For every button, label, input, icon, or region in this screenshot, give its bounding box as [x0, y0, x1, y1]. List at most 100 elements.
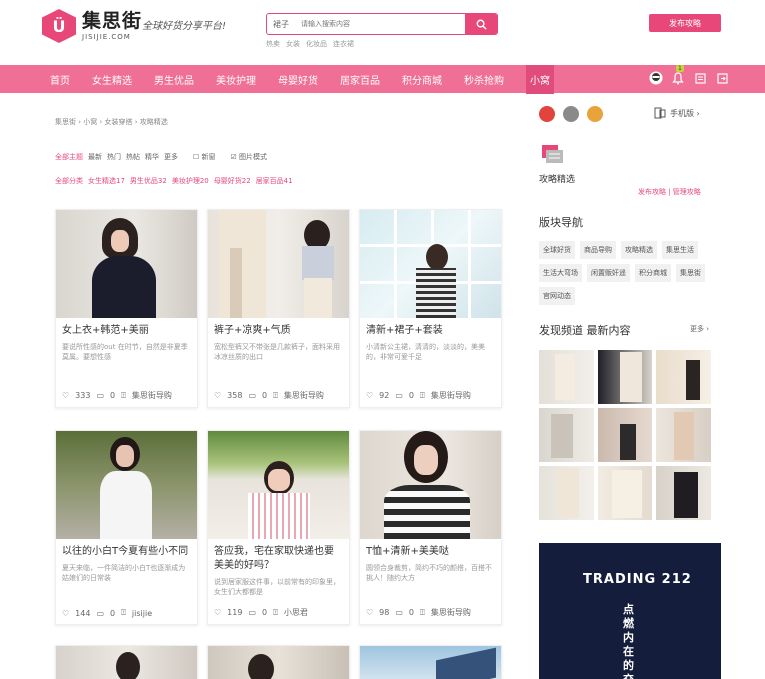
latest-thumb[interactable]	[656, 408, 711, 462]
author-name[interactable]: jisijie	[132, 609, 152, 618]
latest-thumb[interactable]	[539, 350, 594, 404]
category-link[interactable]: 母婴好货22	[214, 176, 251, 186]
author-name[interactable]: 小思君	[284, 607, 308, 618]
comment-icon[interactable]: ▭	[395, 608, 403, 617]
author-name[interactable]: 集思街导购	[431, 390, 471, 401]
site-logo[interactable]: Ü 集思街 JISIJIE.COM	[42, 9, 142, 43]
like-icon[interactable]: ♡	[366, 608, 373, 617]
post-image[interactable]	[56, 431, 197, 539]
guide-manage-links[interactable]: 发布攻略 | 管理攻略	[638, 187, 701, 197]
post-card[interactable]: 裤子+凉爽+气质 宽松型裤又不带张是几款裤子，面料采用冰凉丝质的出口 ♡ 358 …	[207, 209, 350, 408]
post-card[interactable]: T恤+清新+美美哒 圆领合身裁剪，简约不巧的颜搭，百搭不挑人！随约大方 ♡ 98 …	[359, 430, 502, 625]
category-link[interactable]: 男生优品32	[130, 176, 167, 186]
mobile-version-link[interactable]: 手机版 ›	[654, 107, 700, 119]
nav-item-home[interactable]: 首页	[50, 72, 70, 87]
guide-board-title[interactable]: 攻略精选	[539, 172, 575, 185]
filter-link[interactable]: 热门	[107, 152, 121, 162]
board-tag[interactable]: 攻略精选	[621, 241, 657, 259]
like-icon[interactable]: ♡	[214, 608, 221, 617]
latest-thumb[interactable]	[539, 466, 594, 520]
post-card[interactable]	[55, 645, 198, 679]
hot-word-link[interactable]: 连衣裙	[333, 39, 354, 49]
like-icon[interactable]: ♡	[214, 391, 221, 400]
logout-icon[interactable]	[715, 71, 729, 85]
hot-word-link[interactable]: 化妆品	[306, 39, 327, 49]
board-tag[interactable]: 全球好货	[539, 241, 575, 259]
latest-thumb[interactable]	[656, 466, 711, 520]
trading212-ad[interactable]: TRADING 212 点燃内在的交	[539, 543, 721, 679]
message-icon[interactable]	[693, 71, 707, 85]
comment-icon[interactable]: ▭	[248, 391, 256, 400]
nav-item-home-goods[interactable]: 居家百品	[340, 72, 380, 87]
board-tag[interactable]: 闲置贩奸遥	[587, 264, 630, 282]
category-link[interactable]: 女生精选17	[88, 176, 125, 186]
publish-guide-button[interactable]: 发布攻略	[649, 14, 721, 32]
post-image[interactable]	[360, 646, 501, 679]
nav-item-flash-sale[interactable]: 秒杀抢购	[464, 72, 504, 87]
nav-item-men[interactable]: 男生优品	[154, 72, 194, 87]
post-image[interactable]	[208, 210, 349, 318]
post-image[interactable]	[208, 646, 349, 679]
author-name[interactable]: 集思街导购	[132, 390, 172, 401]
post-card[interactable]: 女上衣+韩范+美丽 要说所性感的out 在时节，自然是非夏季莫属。要想性感 ♡ 3…	[55, 209, 198, 408]
hot-word-link[interactable]: 女装	[286, 39, 300, 49]
new-window-checkbox[interactable]: ☐ 新窗	[193, 152, 216, 162]
board-tag[interactable]: 集思街	[676, 264, 705, 282]
filter-link[interactable]: 更多	[164, 152, 178, 162]
filter-link[interactable]: 全部主题	[55, 152, 83, 162]
post-image[interactable]	[360, 210, 501, 318]
nav-item-points-mall[interactable]: 积分商城	[402, 72, 442, 87]
more-link[interactable]: 更多 ›	[690, 324, 709, 334]
nav-item-women[interactable]: 女生精选	[92, 72, 132, 87]
latest-thumb[interactable]	[539, 408, 594, 462]
wechat-icon[interactable]	[563, 106, 579, 122]
post-title[interactable]: 以往的小白T今夏有些小不同	[56, 539, 197, 559]
filter-link[interactable]: 最新	[88, 152, 102, 162]
post-image[interactable]	[360, 431, 501, 539]
nav-item-beauty[interactable]: 美妆护理	[216, 72, 256, 87]
post-card[interactable]	[207, 645, 350, 679]
weibo-icon[interactable]	[539, 106, 555, 122]
category-link[interactable]: 美妆护理20	[172, 176, 209, 186]
board-tag[interactable]: 集思生活	[662, 241, 698, 259]
like-icon[interactable]: ♡	[62, 609, 69, 618]
comment-icon[interactable]: ▭	[96, 391, 104, 400]
notification-bell-icon[interactable]: 1	[671, 65, 685, 85]
user-avatar-icon[interactable]	[649, 71, 663, 85]
category-link[interactable]: 全部分类	[55, 176, 83, 186]
search-input[interactable]	[301, 14, 465, 34]
post-title[interactable]: 裤子+凉爽+气质	[208, 318, 349, 338]
like-icon[interactable]: ♡	[366, 391, 373, 400]
filter-link[interactable]: 精华	[145, 152, 159, 162]
post-card[interactable]: 以往的小白T今夏有些小不同 夏天来临，一件简洁的小白T也逐渐成为姑娘们的日常装 …	[55, 430, 198, 625]
category-link[interactable]: 居家百品41	[256, 176, 293, 186]
post-title[interactable]: 清新+裙子+套装	[360, 318, 501, 338]
hot-word-link[interactable]: 热卖	[266, 39, 280, 49]
board-tag[interactable]: 积分商城	[635, 264, 671, 282]
board-tag[interactable]: 生活大弯场	[539, 264, 582, 282]
post-title[interactable]: 答应我，宅在家取快递也要美美的好吗？	[208, 539, 349, 573]
latest-thumb[interactable]	[597, 466, 653, 520]
post-image[interactable]	[208, 431, 349, 539]
latest-thumb[interactable]	[656, 350, 711, 404]
search-category-select[interactable]: 裙子	[267, 14, 301, 34]
post-title[interactable]: T恤+清新+美美哒	[360, 539, 501, 559]
post-image[interactable]	[56, 210, 197, 318]
comment-icon[interactable]: ▭	[395, 391, 403, 400]
post-image[interactable]	[56, 646, 197, 679]
latest-thumb[interactable]	[597, 408, 653, 462]
author-name[interactable]: 集思街导购	[431, 607, 471, 618]
nav-item-nest[interactable]: 小窝	[526, 64, 554, 94]
comment-icon[interactable]: ▭	[248, 608, 256, 617]
filter-link[interactable]: 热帖	[126, 152, 140, 162]
post-card[interactable]: 清新+裙子+套装 小清新公主裙，清清的，淡淡的，美美的，非常可爱千足 ♡ 92 ▭…	[359, 209, 502, 408]
comment-icon[interactable]: ▭	[96, 609, 104, 618]
nav-item-baby[interactable]: 母婴好货	[278, 72, 318, 87]
search-button[interactable]	[465, 14, 497, 34]
like-icon[interactable]: ♡	[62, 391, 69, 400]
rss-icon[interactable]	[587, 106, 603, 122]
post-title[interactable]: 女上衣+韩范+美丽	[56, 318, 197, 338]
latest-thumb[interactable]	[597, 350, 653, 404]
board-tag[interactable]: 官网动态	[539, 287, 575, 305]
post-card[interactable]: 答应我，宅在家取快递也要美美的好吗？ 说到居家服这件事，以前常有的印象里，女生们…	[207, 430, 350, 625]
